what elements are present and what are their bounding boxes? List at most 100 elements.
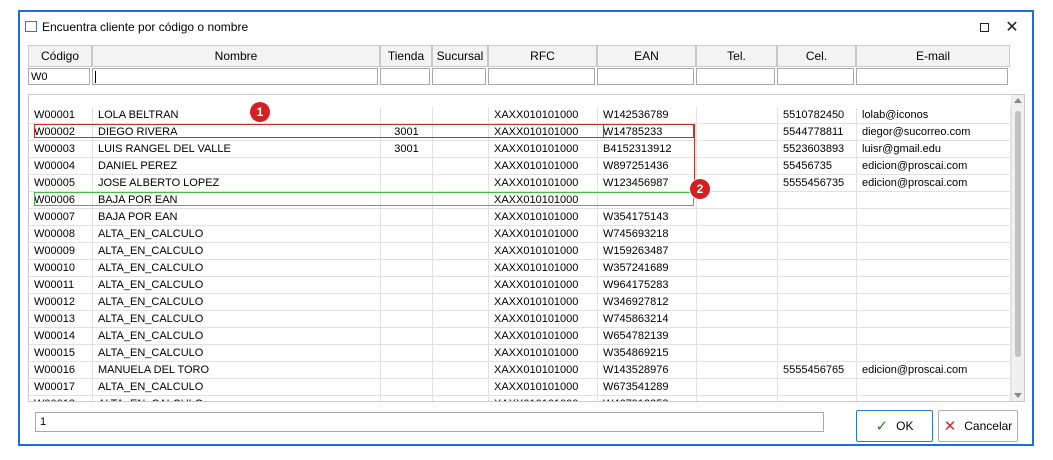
column-header-nombre[interactable]: Nombre: [92, 45, 380, 67]
table-row[interactable]: W00015 ALTA_EN_CALCULO XAXX010101000 W35486…: [29, 345, 1014, 362]
column-header-rfc[interactable]: RFC: [488, 45, 597, 67]
filter-input-sucursal[interactable]: [432, 68, 486, 85]
table-row[interactable]: W00008 ALTA_EN_CALCULO XAXX010101000 W74569…: [29, 226, 1014, 243]
scroll-down-icon[interactable]: [1014, 393, 1022, 398]
table-row[interactable]: W00014 ALTA_EN_CALCULO XAXX010101000 W65478…: [29, 328, 1014, 345]
cell-codigo: W00016: [29, 362, 93, 379]
cell-tienda: [381, 328, 433, 345]
cell-cel: 5544778811: [778, 124, 857, 141]
table-row[interactable]: W00017 ALTA_EN_CALCULO XAXX010101000 W67354…: [29, 379, 1014, 396]
window-title: Encuentra cliente por código o nombre: [42, 20, 249, 34]
cell-tel: [697, 243, 778, 260]
cell-rfc: XAXX010101000: [489, 107, 598, 124]
ok-button[interactable]: ✓ OK: [856, 410, 933, 442]
cell-ean: W346927812: [598, 294, 697, 311]
table-row[interactable]: W00011 ALTA_EN_CALCULO XAXX010101000 W96417…: [29, 277, 1014, 294]
table-row[interactable]: W00005 JOSE ALBERTO LOPEZ XAXX010101000 W12…: [29, 175, 1014, 192]
cell-nombre: ALTA_EN_CALCULO: [93, 311, 381, 328]
cell-nombre: ALTA_EN_CALCULO: [93, 379, 381, 396]
filter-input-email[interactable]: [856, 68, 1008, 85]
column-header-sucursal[interactable]: Sucursal: [432, 45, 488, 67]
table-row[interactable]: W00016 MANUELA DEL TORO XAXX010101000 W1435…: [29, 362, 1014, 379]
cell-nombre: ALTA_EN_CALCULO: [93, 260, 381, 277]
table-row[interactable]: W00012 ALTA_EN_CALCULO XAXX010101000 W34692…: [29, 294, 1014, 311]
table-row[interactable]: W00003 LUIS RANGEL DEL VALLE 3001 XAXX01010…: [29, 141, 1014, 158]
column-header-tienda[interactable]: Tienda: [380, 45, 432, 67]
column-header-cel[interactable]: Cel.: [777, 45, 856, 67]
cell-codigo: W00009: [29, 243, 93, 260]
cell-email: [857, 243, 1011, 260]
cell-tel: [697, 294, 778, 311]
cell-nombre: JOSE ALBERTO LOPEZ: [93, 175, 381, 192]
cell-codigo: W00005: [29, 175, 93, 192]
cell-codigo: W00014: [29, 328, 93, 345]
cell-tienda: [381, 107, 433, 124]
cell-email: edicion@proscai.com: [857, 175, 1011, 192]
results-grid[interactable]: W00001 LOLA BELTRAN XAXX010101000 W14253678…: [28, 94, 1025, 402]
close-button[interactable]: ✕: [998, 16, 1026, 38]
cell-rfc: XAXX010101000: [489, 277, 598, 294]
column-header-tel[interactable]: Tel.: [696, 45, 777, 67]
cell-sucursal: [433, 311, 489, 328]
cell-tel: [697, 226, 778, 243]
cell-nombre: DIEGO RIVERA: [93, 124, 381, 141]
cell-sucursal: [433, 243, 489, 260]
maximize-button[interactable]: [970, 16, 998, 38]
scroll-thumb[interactable]: [1015, 111, 1021, 357]
scroll-up-icon[interactable]: [1014, 98, 1022, 103]
table-row[interactable]: W00013 ALTA_EN_CALCULO XAXX010101000 W74586…: [29, 311, 1014, 328]
cell-email: edicion@proscai.com: [857, 158, 1011, 175]
cell-cel: [778, 311, 857, 328]
cell-ean: W897251436: [598, 158, 697, 175]
cancel-label: Cancelar: [964, 419, 1013, 433]
cell-rfc: XAXX010101000: [489, 379, 598, 396]
cell-sucursal: [433, 175, 489, 192]
filter-input-tel[interactable]: [696, 68, 775, 85]
cell-tel: [697, 328, 778, 345]
filter-input-nombre[interactable]: [92, 68, 378, 85]
table-row[interactable]: W00004 DANIEL PEREZ XAXX010101000 W89725143…: [29, 158, 1014, 175]
cell-tienda: [381, 260, 433, 277]
cell-email: edicion@proscai.com: [857, 362, 1011, 379]
cell-tienda: [381, 345, 433, 362]
table-row[interactable]: W00007 BAJA POR EAN XAXX010101000 W35417514…: [29, 209, 1014, 226]
table-row[interactable]: W00001 LOLA BELTRAN XAXX010101000 W14253678…: [29, 107, 1014, 124]
cell-tel: [697, 311, 778, 328]
cell-ean: W354175143: [598, 209, 697, 226]
cell-codigo: W00002: [29, 124, 93, 141]
cell-codigo: W00010: [29, 260, 93, 277]
cell-tel: [697, 209, 778, 226]
table-row[interactable]: W00002 DIEGO RIVERA 3001 XAXX010101000 W1478…: [29, 124, 1014, 141]
result-count-input[interactable]: 1: [35, 412, 824, 432]
cell-tienda: [381, 396, 433, 401]
filter-input-cel[interactable]: [777, 68, 854, 85]
cell-rfc: XAXX010101000: [489, 362, 598, 379]
cell-sucursal: [433, 328, 489, 345]
filter-input-rfc[interactable]: [488, 68, 595, 85]
filter-input-codigo[interactable]: W0: [28, 68, 90, 85]
cell-ean: W143528976: [598, 362, 697, 379]
column-header-codigo[interactable]: Código: [28, 45, 92, 67]
table-row[interactable]: W00010 ALTA_EN_CALCULO XAXX010101000 W35724…: [29, 260, 1014, 277]
cell-ean: W745693218: [598, 226, 697, 243]
cancel-button[interactable]: ✕ Cancelar: [938, 410, 1018, 442]
column-header-email[interactable]: E-mail: [856, 45, 1010, 67]
cell-cel: [778, 396, 857, 401]
cell-tel: [697, 192, 778, 209]
filter-input-ean[interactable]: [597, 68, 694, 85]
cell-cel: 5510782450: [778, 107, 857, 124]
column-header-ean[interactable]: EAN: [597, 45, 696, 67]
table-row[interactable]: W00009 ALTA_EN_CALCULO XAXX010101000 W15926…: [29, 243, 1014, 260]
filter-input-tienda[interactable]: [380, 68, 430, 85]
table-row[interactable]: W00018ALTA_EN_CALCULO XAXX010101000W46791…: [29, 396, 1014, 401]
cell-nombre: ALTA_EN_CALCULO: [93, 243, 381, 260]
dialog-window: Encuentra cliente por código o nombre ✕ …: [18, 10, 1034, 446]
cell-sucursal: [433, 362, 489, 379]
filter-row: W0: [28, 68, 1011, 86]
maximize-icon: [979, 22, 989, 32]
table-row[interactable]: W00006 BAJA POR EAN XAXX010101000: [29, 192, 1014, 209]
cell-ean: W142536789: [598, 107, 697, 124]
cell-sucursal: [433, 294, 489, 311]
check-icon: ✓: [875, 418, 889, 435]
cell-sucursal: [433, 379, 489, 396]
